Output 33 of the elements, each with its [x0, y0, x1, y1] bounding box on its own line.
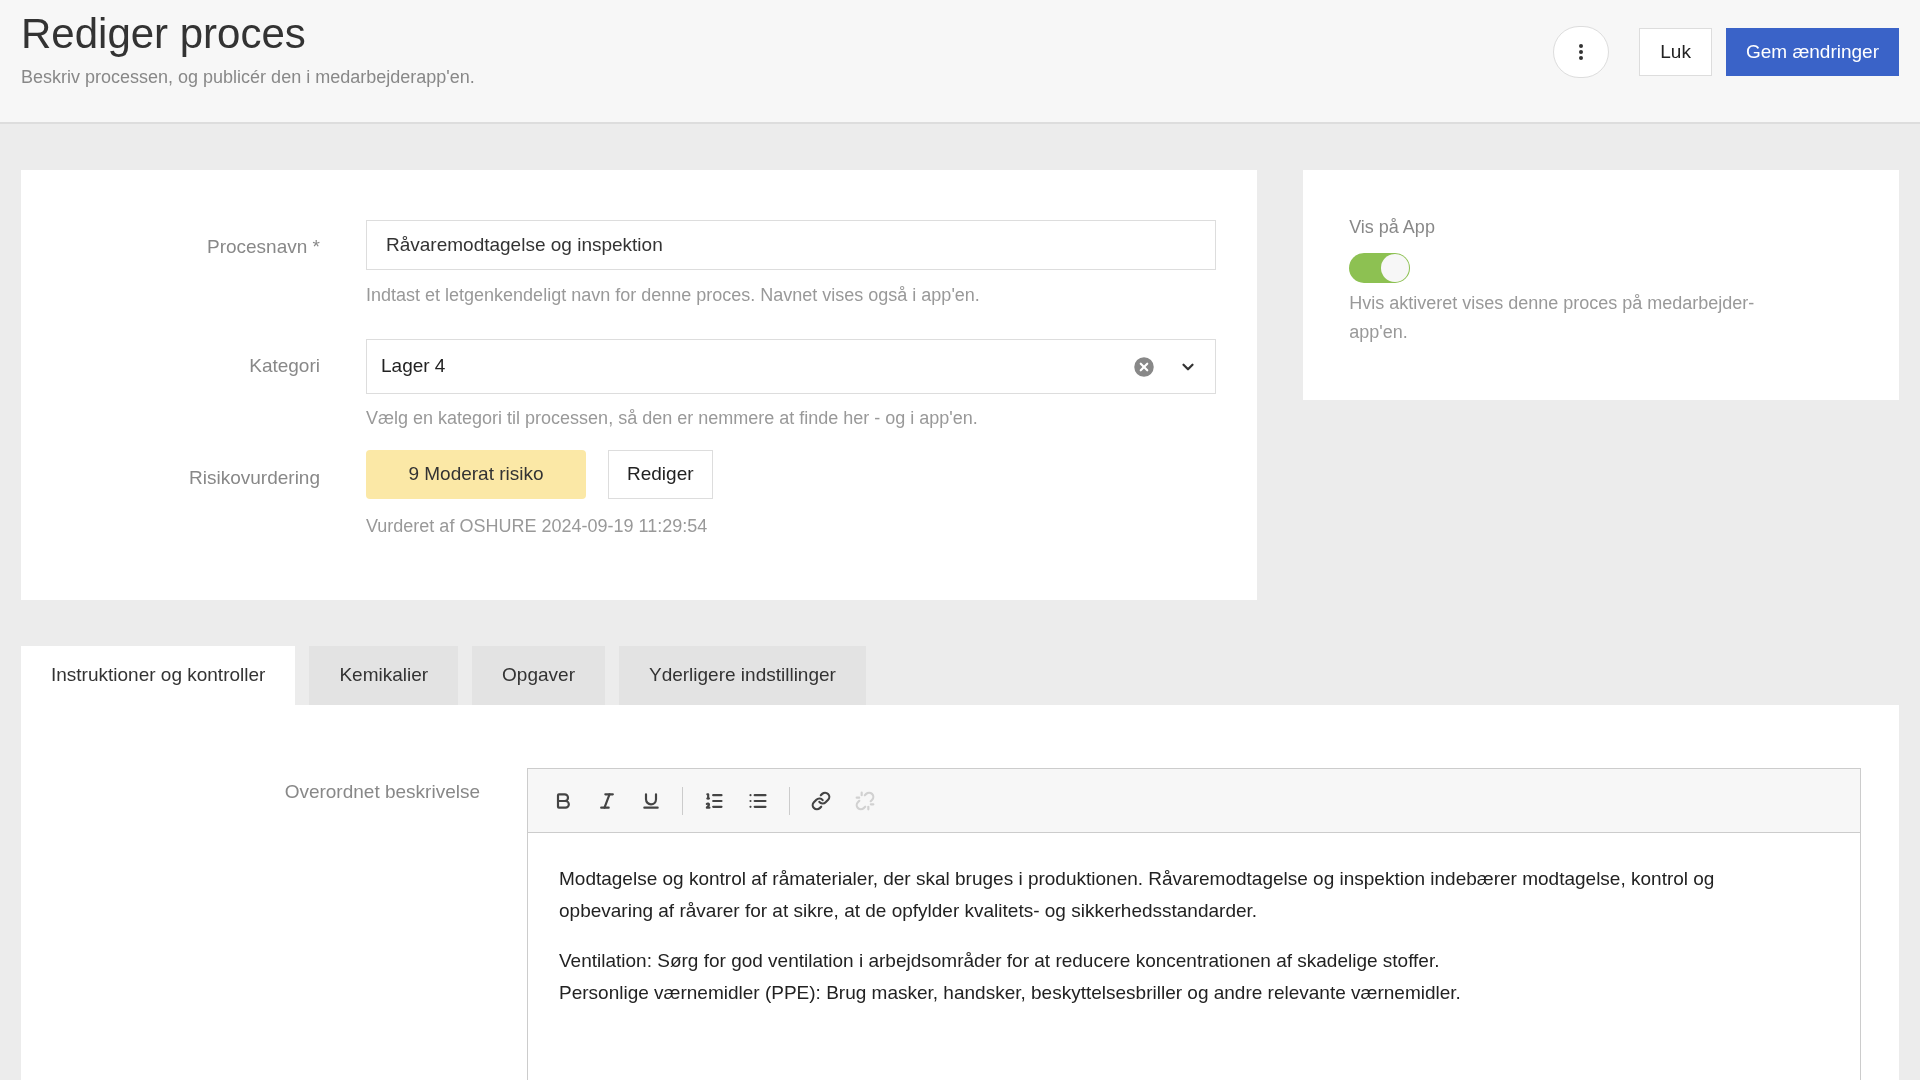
toggle-help-text: Hvis aktiveret vises denne proces på medarbejder-app'en.	[1349, 292, 1756, 344]
toggle-label: Vis på App	[1349, 216, 1435, 239]
editor-paragraph: Modtagelse og kontrol af råmaterialer, der skal bruges i produktionen. Råvaremodtagelse og inspektion indebærer modtagelse, kontrol og opbevaring af råvarer for at sikre, at de opfylder kvalitets- og sikkerhedsstandarder.	[559, 867, 1716, 923]
underline-icon	[641, 790, 661, 811]
assessment-note: Vurderet af OSHURE 2024-09-19 11:29:54	[366, 515, 709, 538]
risk-badge: 9 Moderat risiko	[366, 450, 586, 499]
field-label: Risikovurdering	[188, 466, 320, 490]
tab[interactable]: Kemikalier	[309, 646, 459, 705]
help-text: Vælg en kategori til processen, så den er nemmere at finde her - og i app'en.	[366, 407, 979, 430]
italic-icon	[597, 790, 617, 811]
toggle-switch[interactable]	[1349, 253, 1411, 283]
more-icon	[1579, 44, 1584, 60]
tab[interactable]: Opgaver	[472, 646, 605, 705]
ordered-list-icon	[704, 790, 724, 811]
save-button[interactable]: Gem ændringer	[1725, 28, 1899, 76]
field-label: Kategori	[248, 354, 320, 378]
unlink-icon	[855, 790, 875, 811]
link-icon	[811, 790, 831, 811]
select-value: Lager 4	[381, 354, 447, 379]
edit-button[interactable]: Rediger	[608, 450, 713, 499]
field-label: Procesnavn *	[206, 235, 320, 259]
tab[interactable]: Instruktioner og kontroller	[21, 646, 296, 705]
page-title: Rediger proces	[21, 10, 307, 58]
close-button[interactable]: Luk	[1639, 28, 1712, 76]
rich-text-editor[interactable]	[527, 768, 1861, 1080]
editor-paragraph: Ventilation: Sørg for god ventilation i arbejdsområder for at reducere koncentrationen af skadelige stoffer.	[559, 949, 1441, 973]
editor-label: Overordnet beskrivelse	[283, 780, 480, 804]
process-name-field[interactable]: Råvaremodtagelse og inspektion	[366, 220, 1216, 270]
editor-paragraph: Personlige værnemidler (PPE): Brug masker, handsker, beskyttelsesbriller og andre relevante værnemidler.	[559, 981, 1462, 1005]
tab[interactable]: Yderligere indstillinger	[618, 646, 866, 705]
help-text: Indtast et letgenkendeligt navn for denne proces. Navnet vises også i app'en.	[366, 284, 981, 307]
category-select[interactable]: Lager 4	[366, 339, 1216, 394]
page-subtitle: Beskriv processen, og publicér den i medarbejderapp'en.	[21, 66, 475, 89]
